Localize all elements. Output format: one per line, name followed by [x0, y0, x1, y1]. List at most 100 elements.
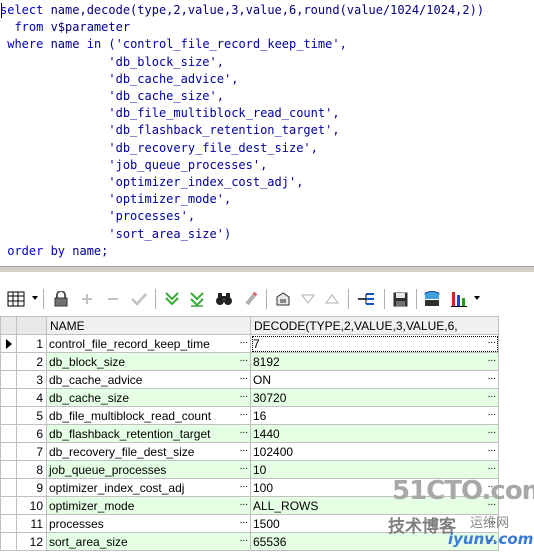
- grid-corner[interactable]: [0, 316, 17, 335]
- row-number: 8: [16, 460, 47, 479]
- cell-name[interactable]: optimizer_mode...: [46, 496, 251, 515]
- table-row[interactable]: 2 db_block_size... 8192...: [0, 352, 499, 371]
- cell-value[interactable]: 30720...: [250, 388, 499, 407]
- cell-value[interactable]: ON...: [250, 370, 499, 389]
- cell-name-text: processes: [49, 516, 104, 531]
- cell-value[interactable]: 7...: [250, 334, 499, 353]
- cell-ellipsis-button[interactable]: ...: [240, 390, 248, 401]
- cell-value[interactable]: 16...: [250, 406, 499, 425]
- cell-ellipsis-button[interactable]: ...: [240, 372, 248, 383]
- cell-ellipsis-button[interactable]: ...: [240, 462, 248, 473]
- save-icon[interactable]: [389, 285, 411, 313]
- cell-ellipsis-button[interactable]: ...: [240, 516, 248, 527]
- cell-name-text: db_cache_advice: [49, 372, 143, 387]
- add-row-icon[interactable]: [76, 285, 98, 313]
- cell-name[interactable]: db_cache_size...: [46, 388, 251, 407]
- column-header-decode[interactable]: DECODE(TYPE,2,VALUE,3,VALUE,6,: [250, 316, 499, 335]
- chevron-down-icon[interactable]: [474, 296, 480, 300]
- cell-name[interactable]: db_cache_advice...: [46, 370, 251, 389]
- cell-ellipsis-button[interactable]: ...: [488, 390, 496, 401]
- cell-name[interactable]: sort_area_size...: [46, 532, 251, 551]
- toolbar-separator: [155, 289, 157, 309]
- cell-ellipsis-button[interactable]: ...: [240, 534, 248, 545]
- sql-code[interactable]: select name,decode(type,2,value,3,value,…: [0, 2, 484, 260]
- table-row[interactable]: 7 db_recovery_file_dest_size... 102400..…: [0, 442, 499, 461]
- grid-view-icon[interactable]: [4, 285, 28, 313]
- cell-name-text: db_recovery_file_dest_size: [49, 444, 195, 459]
- clear-icon[interactable]: [240, 285, 262, 313]
- print-icon[interactable]: [421, 285, 443, 313]
- toolbar-separator: [348, 289, 350, 309]
- column-header-name[interactable]: NAME: [46, 316, 251, 335]
- cell-name-text: optimizer_index_cost_adj: [49, 480, 185, 495]
- editor-results-splitter[interactable]: [0, 266, 534, 273]
- cell-name[interactable]: job_queue_processes...: [46, 460, 251, 479]
- grid-corner[interactable]: [16, 316, 47, 335]
- cell-name[interactable]: db_file_multiblock_read_count...: [46, 406, 251, 425]
- post-icon[interactable]: [128, 285, 150, 313]
- cell-name-text: db_block_size: [49, 354, 126, 369]
- cell-ellipsis-button[interactable]: ...: [488, 426, 496, 437]
- cell-ellipsis-button[interactable]: ...: [240, 408, 248, 419]
- previous-page-icon[interactable]: [322, 285, 342, 313]
- watermark-subtitle: 技术博客: [388, 517, 456, 537]
- row-number: 1: [16, 334, 47, 353]
- delete-row-icon[interactable]: [102, 285, 124, 313]
- cell-ellipsis-button[interactable]: ...: [488, 372, 496, 383]
- table-row[interactable]: 4 db_cache_size... 30720...: [0, 388, 499, 407]
- cell-name[interactable]: db_block_size...: [46, 352, 251, 371]
- row-indicator: [0, 352, 17, 371]
- table-row[interactable]: 6 db_flashback_retention_target... 1440.…: [0, 424, 499, 443]
- row-number: 6: [16, 424, 47, 443]
- row-indicator: [0, 388, 17, 407]
- cell-name[interactable]: db_flashback_retention_target...: [46, 424, 251, 443]
- toolbar-separator: [266, 289, 268, 309]
- row-indicator: [0, 370, 17, 389]
- chevron-down-icon[interactable]: [32, 296, 38, 300]
- row-number: 12: [16, 532, 47, 551]
- cell-ellipsis-button[interactable]: ...: [240, 444, 248, 455]
- cell-ellipsis-button[interactable]: ...: [240, 426, 248, 437]
- cell-ellipsis-button[interactable]: ...: [488, 336, 496, 347]
- cell-value[interactable]: 8192...: [250, 352, 499, 371]
- cell-name[interactable]: control_file_record_keep_time...: [46, 334, 251, 353]
- cell-value-text: 8192: [253, 354, 280, 369]
- sql-param-line: 'job_queue_processes',: [0, 157, 268, 172]
- cell-ellipsis-button[interactable]: ...: [488, 444, 496, 455]
- export-icon[interactable]: [272, 285, 294, 313]
- query-by-example-icon[interactable]: [161, 285, 183, 313]
- row-number: 4: [16, 388, 47, 407]
- cell-ellipsis-button[interactable]: ...: [488, 354, 496, 365]
- cell-name-text: optimizer_mode: [49, 498, 135, 513]
- chart-icon[interactable]: [354, 285, 378, 313]
- cell-name[interactable]: optimizer_index_cost_adj...: [46, 478, 251, 497]
- current-row-arrow-icon: [5, 339, 12, 350]
- cell-value[interactable]: 1440...: [250, 424, 499, 443]
- cell-ellipsis-button[interactable]: ...: [488, 408, 496, 419]
- table-row[interactable]: 1 control_file_record_keep_time... 7...: [0, 334, 499, 353]
- table-row[interactable]: 3 db_cache_advice... ON...: [0, 370, 499, 389]
- cell-value-text: 102400: [253, 444, 294, 459]
- cell-name[interactable]: db_recovery_file_dest_size...: [46, 442, 251, 461]
- cell-ellipsis-button[interactable]: ...: [240, 480, 248, 491]
- sql-text: name,decode(type,2,value,3,value,6,round…: [43, 3, 485, 17]
- row-number: 9: [16, 478, 47, 497]
- sql-editor[interactable]: select name,decode(type,2,value,3,value,…: [0, 0, 534, 262]
- cell-value-text: 10: [253, 462, 267, 477]
- next-page-icon[interactable]: [298, 285, 318, 313]
- results-toolbar: [0, 285, 534, 315]
- cell-ellipsis-button[interactable]: ...: [240, 498, 248, 509]
- statistics-icon[interactable]: [448, 285, 470, 313]
- cell-ellipsis-button[interactable]: ...: [488, 462, 496, 473]
- clear-filter-icon[interactable]: [186, 285, 208, 313]
- cell-ellipsis-button[interactable]: ...: [240, 354, 248, 365]
- cell-name[interactable]: processes...: [46, 514, 251, 533]
- lock-icon[interactable]: [50, 285, 72, 313]
- table-row[interactable]: 5 db_file_multiblock_read_count... 16...: [0, 406, 499, 425]
- cell-ellipsis-button[interactable]: ...: [240, 336, 248, 347]
- grid-header-row: NAME DECODE(TYPE,2,VALUE,3,VALUE,6,: [0, 316, 499, 335]
- cell-value[interactable]: 102400...: [250, 442, 499, 461]
- sql-param-line: 'sort_area_size'): [0, 226, 232, 241]
- find-icon[interactable]: [212, 285, 236, 313]
- watermark-url: iyunv.com: [448, 530, 534, 548]
